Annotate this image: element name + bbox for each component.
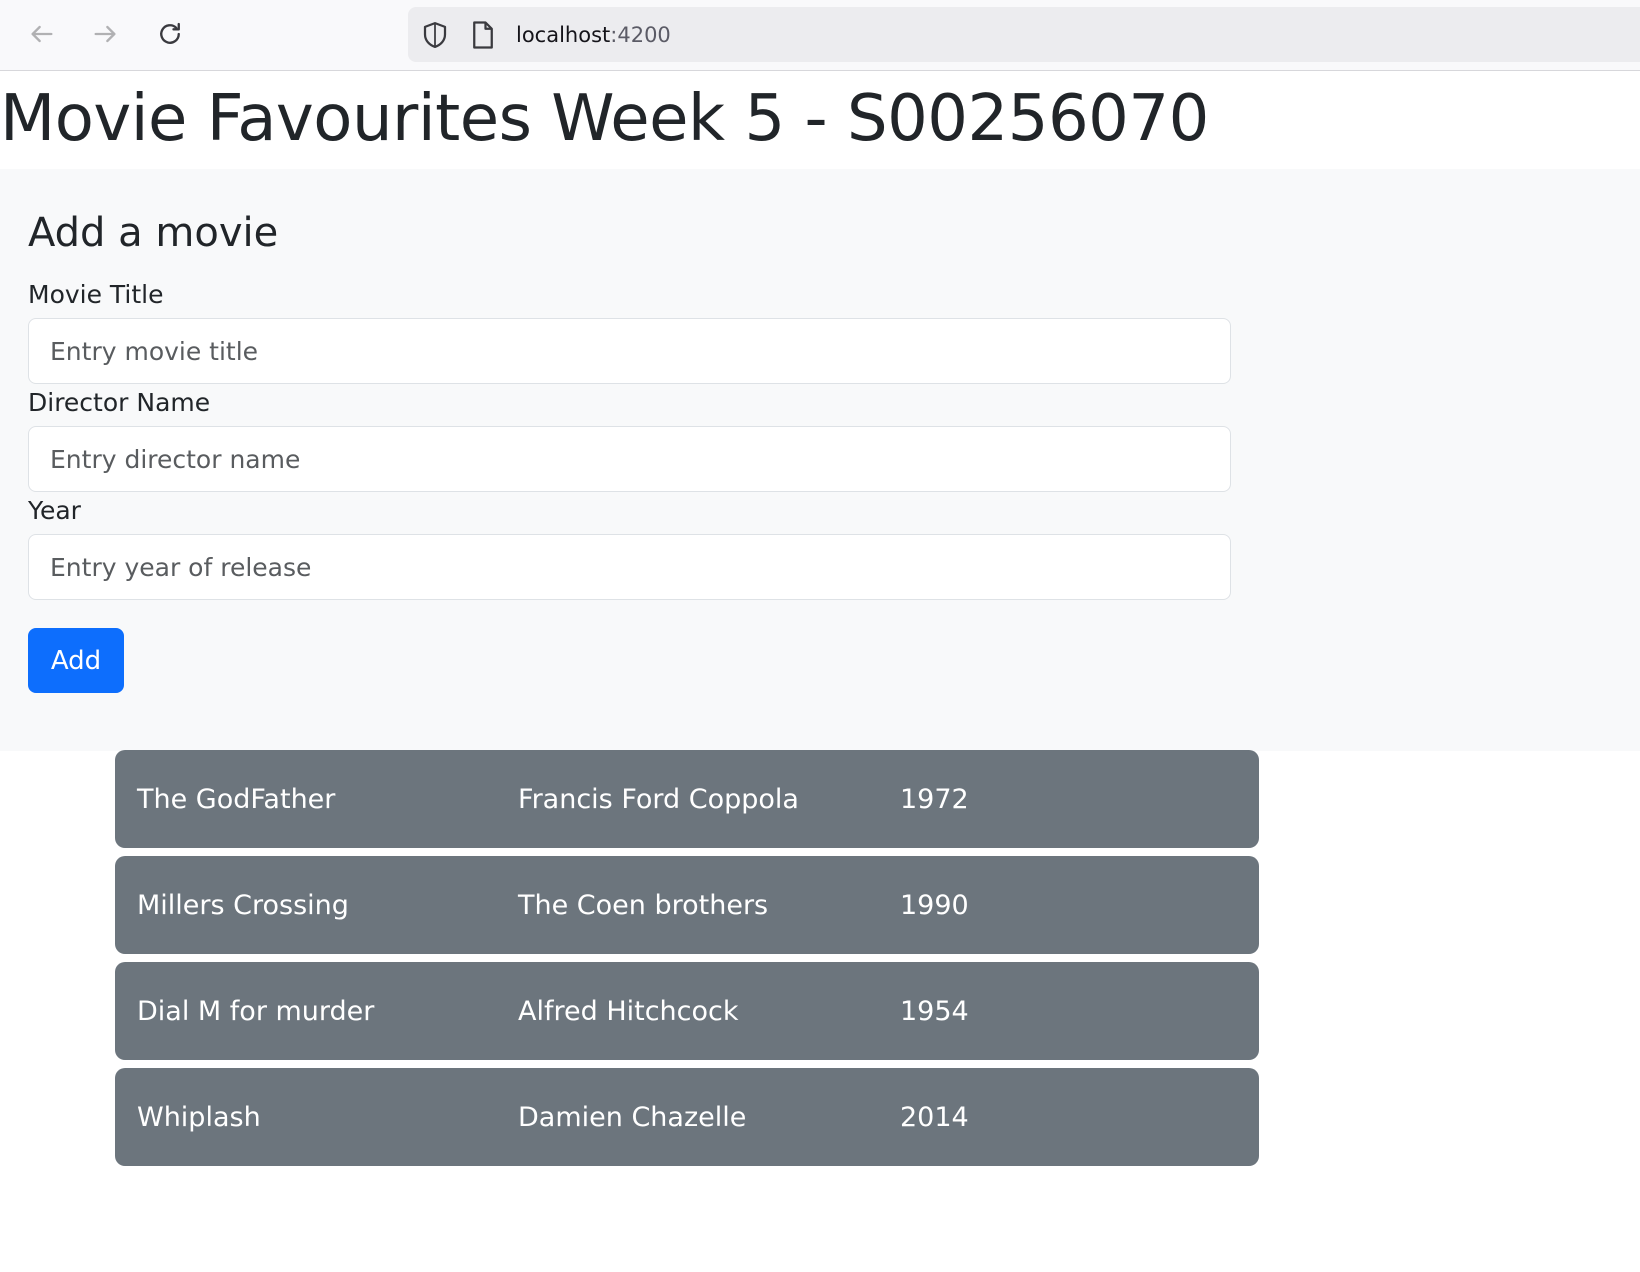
arrow-right-icon	[94, 25, 116, 43]
movie-director: The Coen brothers	[518, 889, 769, 921]
movie-title-label: Movie Title	[28, 280, 164, 309]
add-button[interactable]: Add	[28, 628, 124, 693]
page-title: Movie Favourites Week 5 - S00256070	[0, 82, 1209, 156]
movie-title: Dial M for murder	[137, 995, 375, 1027]
movie-title: The GodFather	[137, 783, 336, 815]
form-heading: Add a movie	[28, 210, 279, 256]
director-name-label: Director Name	[28, 388, 211, 417]
movie-director: Francis Ford Coppola	[518, 783, 799, 815]
movie-director: Alfred Hitchcock	[518, 995, 739, 1027]
page-icon	[473, 21, 493, 49]
reload-icon	[160, 22, 180, 44]
url-host: localhost	[516, 23, 611, 47]
movie-year: 1990	[900, 889, 969, 921]
movie-row: Dial M for murder Alfred Hitchcock 1954	[115, 962, 1259, 1060]
movie-list: The GodFather Francis Ford Coppola 1972 …	[115, 750, 1259, 1174]
movie-title: Millers Crossing	[137, 889, 349, 921]
movie-year: 2014	[900, 1101, 969, 1133]
year-input[interactable]	[28, 534, 1231, 600]
movie-title-input[interactable]	[28, 318, 1231, 384]
movie-row: The GodFather Francis Ford Coppola 1972	[115, 750, 1259, 848]
reload-button[interactable]	[152, 16, 188, 52]
url-port: :4200	[610, 23, 671, 47]
movie-year: 1972	[900, 783, 969, 815]
year-label: Year	[28, 496, 81, 525]
movie-director: Damien Chazelle	[518, 1101, 747, 1133]
movie-row: Millers Crossing The Coen brothers 1990	[115, 856, 1259, 954]
url-text[interactable]: localhost:4200	[516, 21, 671, 49]
director-name-input[interactable]	[28, 426, 1231, 492]
shield-icon[interactable]	[420, 20, 450, 50]
forward-button[interactable]	[87, 16, 123, 52]
movie-row: Whiplash Damien Chazelle 2014	[115, 1068, 1259, 1166]
add-movie-form: Add a movie Movie Title Director Name Ye…	[0, 169, 1640, 751]
address-bar[interactable]: localhost:4200	[408, 7, 1640, 62]
back-button[interactable]	[24, 16, 60, 52]
movie-title: Whiplash	[137, 1101, 261, 1133]
arrow-left-icon	[31, 25, 53, 43]
movie-year: 1954	[900, 995, 969, 1027]
browser-toolbar: localhost:4200	[0, 0, 1640, 71]
